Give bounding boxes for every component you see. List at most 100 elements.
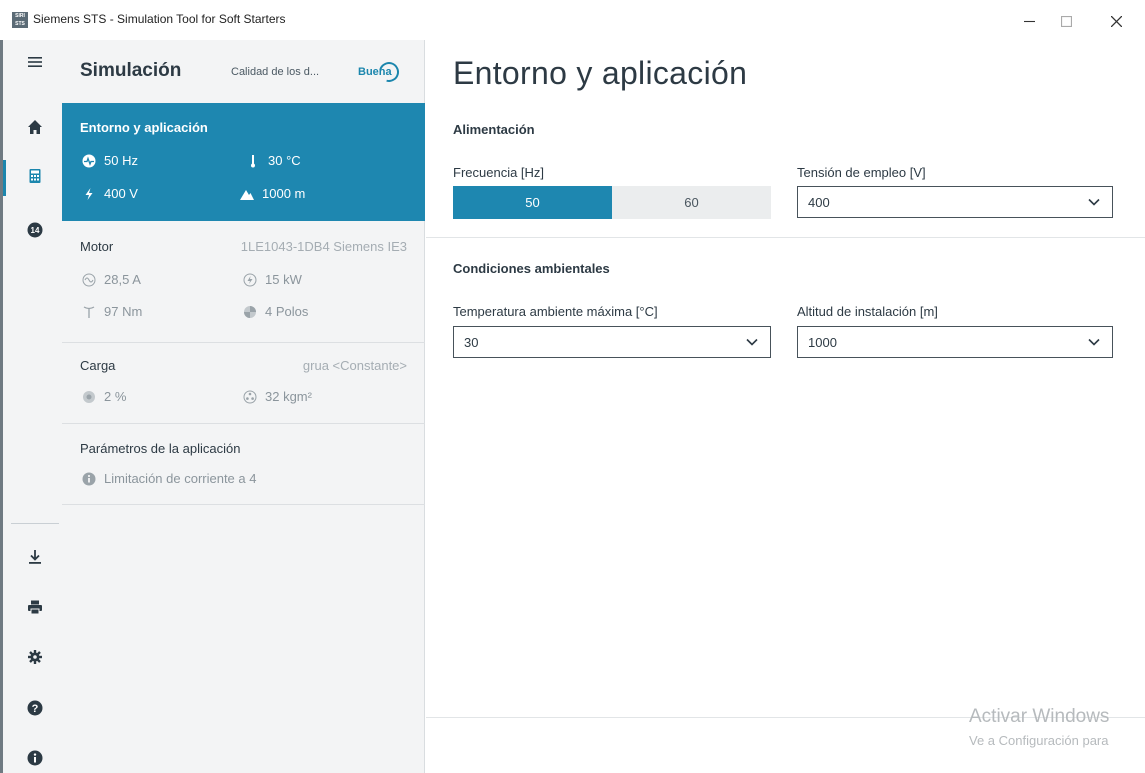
maximize-button[interactable] [1043, 6, 1089, 36]
calculator-icon [29, 169, 41, 183]
motor-torque-value: 97 Nm [104, 304, 143, 319]
motor-poles-value: 4 Polos [265, 304, 309, 319]
motor-poles: 4 Polos [243, 304, 308, 319]
notifications-button[interactable]: 14 [25, 220, 45, 240]
frequency-option-50[interactable]: 50 [453, 186, 612, 219]
section-divider [426, 237, 1145, 238]
print-button[interactable] [25, 597, 45, 617]
sidebar-divider [11, 523, 59, 524]
load-icon [83, 390, 95, 403]
supply-group-title: Alimentación [453, 122, 535, 137]
section-application[interactable]: Parámetros de la aplicación Limitación d… [62, 424, 425, 504]
motor-model: 1LE1043-1DB4 Siemens IE3 [240, 239, 407, 254]
application-item-value: Limitación de corriente a 4 [104, 471, 257, 486]
ambient-group-title: Condiciones ambientales [453, 261, 610, 276]
env-frequency: 50 Hz [82, 153, 138, 168]
env-voltage-value: 400 V [104, 186, 138, 201]
close-icon [1110, 15, 1122, 27]
chevron-down-icon [746, 338, 758, 346]
title-bar: SIRI STS Siemens STS - Simulation Tool fo… [0, 0, 1145, 40]
temperature-label: Temperatura ambiente máxima [°C] [453, 304, 658, 319]
frequency-label: Frecuencia [Hz] [453, 165, 545, 180]
motor-power: 15 kW [243, 272, 302, 287]
hamburger-icon [28, 57, 42, 67]
lightning-icon [85, 187, 93, 200]
env-frequency-value: 50 Hz [104, 153, 138, 168]
motor-current: 28,5 A [82, 272, 141, 287]
application-item: Limitación de corriente a 4 [82, 471, 256, 486]
env-temperature: 30 °C [246, 153, 301, 168]
icon-sidebar: 14 ? [0, 40, 62, 773]
env-temperature-value: 30 °C [268, 153, 301, 168]
svg-text:?: ? [32, 703, 39, 715]
help-icon: ? [27, 700, 43, 716]
section-load[interactable]: Carga grua <Constante> 2 % 32 kgm² [62, 343, 425, 423]
load-inertia: 32 kgm² [243, 389, 312, 404]
pulse-icon [82, 154, 96, 167]
poles-icon [244, 305, 256, 318]
page-title: Entorno y aplicación [453, 55, 748, 91]
power-meter-icon [243, 273, 257, 286]
download-icon [29, 550, 41, 564]
inertia-icon [243, 390, 257, 403]
thermometer-icon [251, 154, 255, 167]
settings-button[interactable] [25, 647, 45, 667]
simulation-panel: Simulación Calidad de los d... Buena Ent… [62, 40, 425, 773]
gear-icon [28, 650, 42, 664]
panel-header: Simulación Calidad de los d... Buena [62, 40, 425, 103]
section-motor-title: Motor [80, 239, 114, 254]
section-environment[interactable]: Entorno y aplicación 50 Hz 30 °C 400 V 1… [62, 103, 425, 221]
env-voltage: 400 V [82, 186, 138, 201]
frequency-toggle: 50 60 [453, 186, 771, 219]
main-content: Entorno y aplicación Alimentación Frecue… [426, 40, 1145, 773]
printer-icon [28, 600, 42, 615]
load-inertia-value: 32 kgm² [265, 389, 312, 404]
temperature-select[interactable]: 30 [453, 326, 771, 358]
section-motor[interactable]: Motor 1LE1043-1DB4 Siemens IE3 28,5 A 15… [62, 221, 425, 331]
window-title: Siemens STS - Simulation Tool for Soft S… [33, 12, 286, 26]
env-altitude: 1000 m [240, 186, 305, 201]
voltage-label: Tensión de empleo [V] [797, 165, 926, 180]
altitude-label: Altitud de instalación [m] [797, 304, 938, 319]
mountain-icon [240, 189, 254, 200]
activation-watermark-title: Activar Windows [969, 706, 1110, 727]
motor-torque: 97 Nm [82, 304, 142, 319]
section-environment-title: Entorno y aplicación [80, 120, 208, 135]
altitude-select[interactable]: 1000 [797, 326, 1113, 358]
badge-icon: 14 [27, 222, 43, 238]
download-button[interactable] [25, 547, 45, 567]
home-icon [28, 120, 42, 134]
home-button[interactable] [25, 117, 45, 137]
app-logo: SIRI STS [12, 12, 28, 28]
panel-title: Simulación [80, 60, 182, 81]
frequency-option-60[interactable]: 60 [612, 186, 771, 219]
motor-power-value: 15 kW [265, 272, 302, 287]
env-altitude-value: 1000 m [262, 186, 306, 201]
simulation-button[interactable] [25, 166, 45, 186]
close-button[interactable] [1093, 6, 1139, 36]
menu-button[interactable] [25, 52, 45, 72]
info-icon [27, 750, 43, 766]
data-quality-label: Calidad de los d... [231, 66, 320, 78]
section-application-title: Parámetros de la aplicación [80, 441, 241, 456]
torque-icon [83, 305, 95, 318]
badge-count: 14 [31, 226, 40, 235]
info-circle-icon [82, 472, 96, 485]
load-percent: 2 % [82, 389, 126, 404]
minimize-icon [1023, 20, 1035, 22]
chevron-down-icon [1088, 198, 1100, 206]
motor-current-value: 28,5 A [104, 272, 141, 287]
quality-ring-icon [375, 58, 403, 86]
load-type: grua <Constante> [302, 358, 407, 373]
activation-watermark-text: Ve a Configuración para [969, 733, 1109, 748]
help-button[interactable]: ? [25, 698, 45, 718]
load-percent-value: 2 % [104, 389, 127, 404]
active-indicator [3, 160, 6, 196]
section-load-title: Carga [80, 358, 116, 373]
separator [62, 504, 425, 505]
sine-wave-icon [82, 273, 96, 286]
altitude-select-value: 1000 [808, 334, 837, 350]
info-button[interactable] [25, 748, 45, 768]
voltage-select[interactable]: 400 [797, 186, 1113, 218]
maximize-icon [1060, 15, 1072, 27]
